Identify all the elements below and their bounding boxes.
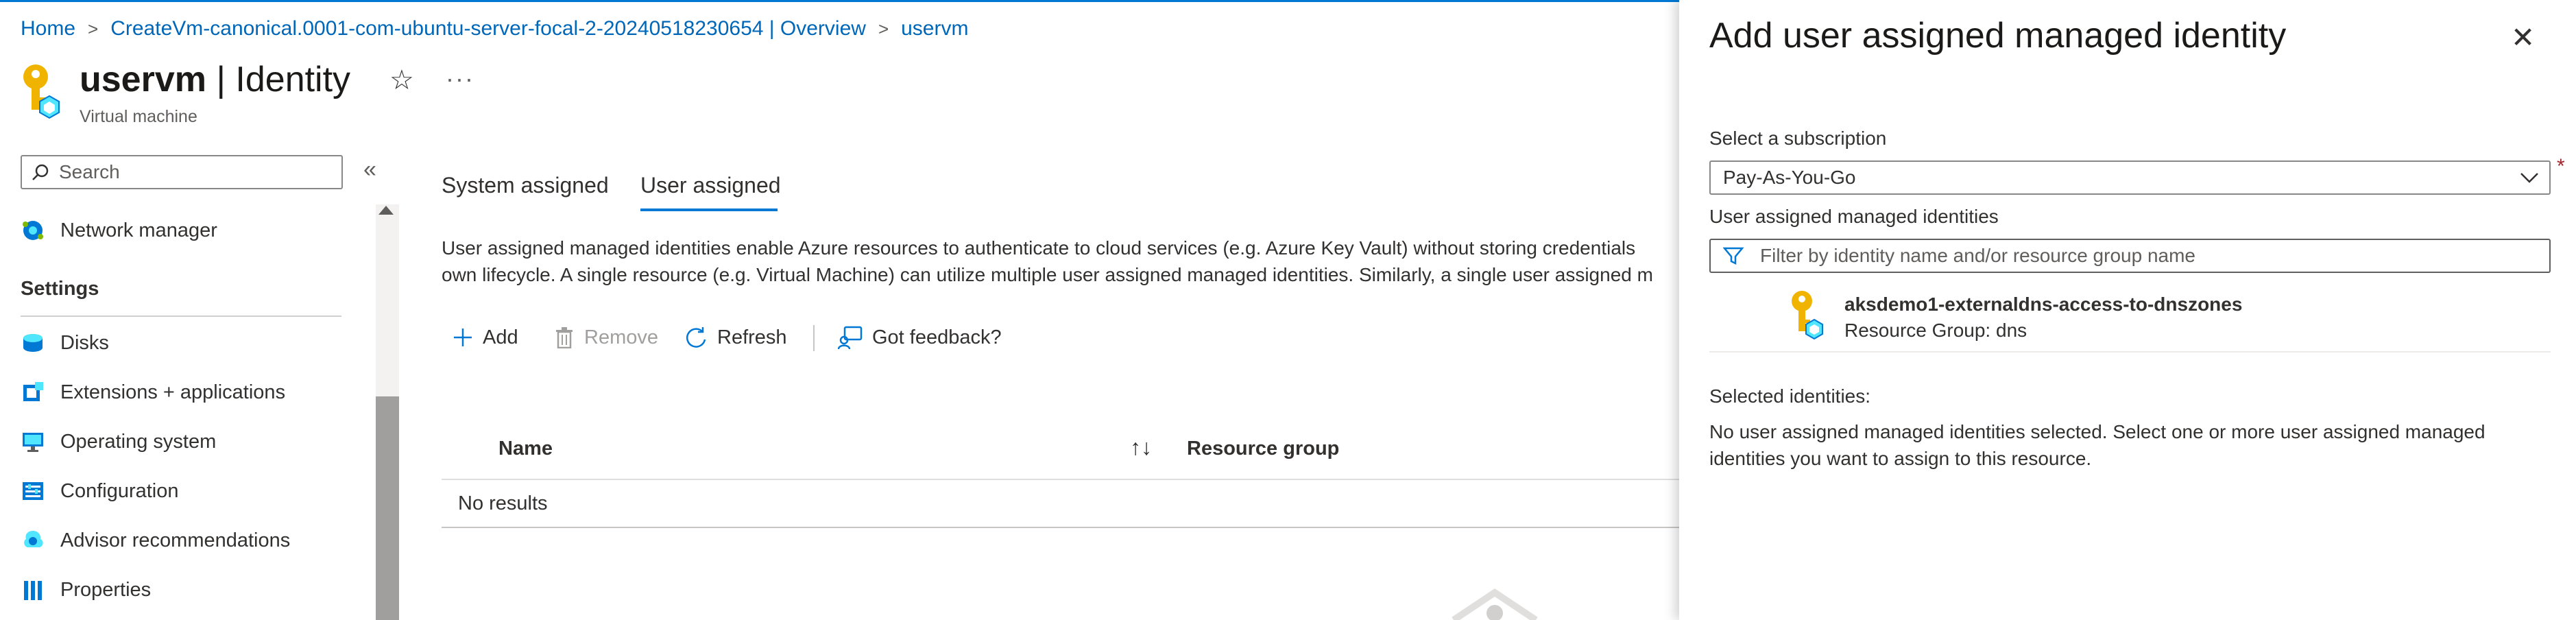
selected-identities-label: Selected identities: bbox=[1709, 385, 1871, 407]
tab-user-assigned[interactable]: User assigned bbox=[640, 173, 781, 198]
add-label: Add bbox=[483, 326, 518, 348]
description-line: own lifecycle. A single resource (e.g. V… bbox=[442, 264, 1653, 285]
empty-state-illustration-icon bbox=[1452, 588, 1538, 620]
breadcrumb-deployment[interactable]: CreateVm-canonical.0001-com-ubuntu-serve… bbox=[110, 17, 866, 40]
table-header-divider bbox=[442, 479, 1679, 480]
table-empty-message: No results bbox=[458, 492, 548, 514]
required-indicator: * bbox=[2557, 155, 2565, 178]
refresh-label: Refresh bbox=[717, 326, 787, 348]
toolbar-separator bbox=[813, 325, 815, 351]
sidebar-search-input[interactable]: Search bbox=[21, 155, 343, 189]
chevron-right-icon: > bbox=[878, 18, 889, 39]
ellipsis-icon[interactable]: ··· bbox=[446, 64, 474, 93]
sidebar-item-network-manager[interactable]: Network manager bbox=[21, 211, 217, 250]
sidebar-item-properties[interactable]: Properties bbox=[21, 571, 151, 609]
star-icon[interactable]: ☆ bbox=[389, 64, 414, 96]
plus-icon bbox=[454, 329, 472, 346]
network-manager-icon bbox=[21, 218, 45, 243]
sidebar-item-label: Extensions + applications bbox=[60, 381, 286, 403]
subscription-dropdown[interactable]: Pay-As-You-Go bbox=[1709, 160, 2551, 195]
resource-name: uservm bbox=[80, 60, 206, 99]
properties-icon bbox=[21, 577, 45, 602]
feedback-label: Got feedback? bbox=[872, 326, 1002, 348]
sidebar-item-extensions[interactable]: Extensions + applications bbox=[21, 373, 285, 412]
panel-title: Add user assigned managed identity bbox=[1709, 16, 2287, 56]
sidebar-item-label: Advisor recommendations bbox=[60, 529, 291, 551]
refresh-button[interactable]: Refresh bbox=[684, 321, 787, 354]
sidebar-item-label: Network manager bbox=[60, 219, 217, 241]
subscription-value: Pay-As-You-Go bbox=[1723, 167, 1856, 188]
selected-tab-indicator bbox=[640, 208, 778, 211]
identity-description: User assigned managed identities enable … bbox=[442, 235, 1683, 288]
column-header-name[interactable]: Name bbox=[498, 438, 553, 460]
identity-resource-group: Resource Group: dns bbox=[1844, 320, 2027, 341]
sidebar-section-settings: Settings bbox=[21, 278, 99, 300]
feedback-button[interactable]: Got feedback? bbox=[838, 321, 1002, 354]
configuration-icon bbox=[21, 479, 45, 503]
sidebar-item-label: Properties bbox=[60, 578, 152, 601]
subscription-label: Select a subscription bbox=[1709, 128, 1887, 149]
sidebar-scrollbar-thumb[interactable] bbox=[376, 396, 399, 620]
search-placeholder: Search bbox=[59, 161, 120, 182]
sidebar-item-operating-system[interactable]: Operating system bbox=[21, 422, 216, 461]
close-icon[interactable]: ✕ bbox=[2511, 23, 2535, 52]
blade-name: Identity bbox=[235, 60, 351, 99]
sidebar-item-label: Operating system bbox=[60, 430, 217, 453]
feedback-icon bbox=[838, 326, 863, 350]
page-title: uservm | Identity bbox=[80, 59, 350, 100]
disks-icon bbox=[21, 331, 45, 355]
monitor-icon bbox=[21, 429, 45, 454]
sidebar-divider bbox=[21, 315, 341, 317]
sidebar-item-label: Configuration bbox=[60, 479, 179, 502]
breadcrumb-home[interactable]: Home bbox=[21, 17, 75, 40]
identities-label: User assigned managed identities bbox=[1709, 206, 1999, 227]
identity-filter-input[interactable]: Filter by identity name and/or resource … bbox=[1709, 239, 2551, 273]
identity-list-divider bbox=[1709, 351, 2551, 353]
sidebar-item-disks[interactable]: Disks bbox=[21, 324, 109, 362]
selected-identities-message: No user assigned managed identities sele… bbox=[1709, 421, 2485, 469]
chevron-down-icon bbox=[2520, 173, 2538, 183]
double-chevron-left-icon[interactable]: « bbox=[363, 156, 376, 183]
advisor-icon bbox=[21, 528, 45, 553]
title-separator: | bbox=[206, 60, 236, 99]
sidebar-item-advisor[interactable]: Advisor recommendations bbox=[21, 521, 290, 560]
column-header-resource-group[interactable]: Resource group bbox=[1187, 438, 1339, 460]
scroll-up-arrow-icon[interactable] bbox=[378, 206, 394, 215]
page-subtitle: Virtual machine bbox=[80, 107, 197, 126]
filter-placeholder: Filter by identity name and/or resource … bbox=[1760, 245, 2195, 266]
remove-label: Remove bbox=[584, 326, 658, 348]
search-icon bbox=[32, 164, 49, 180]
managed-identity-key-icon[interactable] bbox=[1788, 289, 1825, 342]
sidebar-item-configuration[interactable]: Configuration bbox=[21, 472, 179, 510]
managed-identity-key-icon bbox=[23, 64, 60, 119]
table-bottom-divider bbox=[442, 527, 1679, 528]
breadcrumb-vm[interactable]: uservm bbox=[901, 17, 968, 40]
trash-icon bbox=[556, 327, 573, 348]
chevron-right-icon: > bbox=[88, 18, 99, 39]
filter-icon bbox=[1723, 247, 1744, 265]
extensions-icon bbox=[21, 380, 45, 405]
remove-button[interactable]: Remove bbox=[554, 321, 658, 354]
identity-name[interactable]: aksdemo1-externaldns-access-to-dnszones bbox=[1844, 294, 2242, 315]
description-line: User assigned managed identities enable … bbox=[442, 237, 1636, 259]
add-button[interactable]: Add bbox=[453, 321, 518, 354]
sort-icon[interactable]: ↑↓ bbox=[1130, 435, 1152, 460]
breadcrumb: Home > CreateVm-canonical.0001-com-ubunt… bbox=[21, 14, 968, 44]
tab-system-assigned[interactable]: System assigned bbox=[442, 173, 609, 198]
sidebar-item-label: Disks bbox=[60, 331, 109, 354]
refresh-icon bbox=[686, 327, 706, 348]
